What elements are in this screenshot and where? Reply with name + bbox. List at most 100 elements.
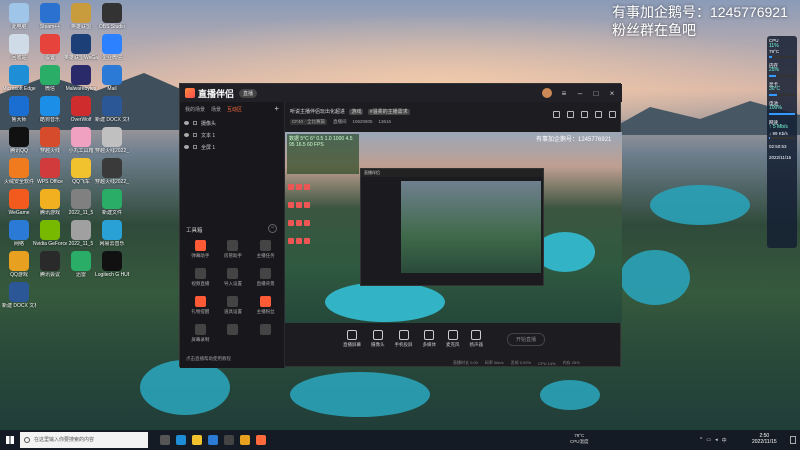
start-button[interactable] <box>0 430 20 450</box>
close-icon[interactable]: × <box>608 89 616 98</box>
desktop-icon[interactable]: WeGame <box>2 189 36 216</box>
tool-button[interactable]: 直播背景 <box>249 268 282 287</box>
settings-icon[interactable] <box>609 111 616 118</box>
task-view-icon[interactable] <box>160 435 170 445</box>
store-icon[interactable] <box>224 435 234 445</box>
desktop-icon[interactable]: 迅雷 <box>64 251 98 278</box>
desktop-icon[interactable]: Mail <box>95 65 129 92</box>
desktop-icon[interactable]: Microsoft Edge <box>2 65 36 92</box>
tool-button[interactable]: 主播粉丝 <box>249 296 282 315</box>
tool-button[interactable] <box>217 324 250 343</box>
clock[interactable]: 2:50 2022/11/15 <box>752 433 777 445</box>
eye-icon[interactable] <box>184 133 189 137</box>
add-scene-button[interactable]: + <box>274 105 279 113</box>
avatar[interactable] <box>542 88 552 98</box>
tab-scenes[interactable]: 场景 <box>211 106 221 113</box>
eye-icon[interactable] <box>184 121 189 125</box>
desktop-icon[interactable]: 穿越火线 <box>33 127 67 154</box>
input-language[interactable]: 中 <box>722 437 727 444</box>
scene-item[interactable]: 全屏 1 <box>180 141 284 153</box>
desktop-icon[interactable]: 酷狗音乐 <box>33 96 67 123</box>
store-icon[interactable] <box>553 111 560 118</box>
desktop-icon[interactable]: 微信 <box>33 65 67 92</box>
tool-button[interactable] <box>249 324 282 343</box>
eye-icon[interactable] <box>184 145 189 149</box>
desktop-icon[interactable]: QQ飞车 <box>64 158 98 185</box>
desktop-icon[interactable]: 2022_11_5 <box>64 189 98 216</box>
tool-button[interactable]: 导入设置 <box>217 268 250 287</box>
phone-cast-button[interactable]: 手机投屏 <box>395 330 413 348</box>
help-link[interactable]: 点击直播帮助使用教程 <box>186 356 231 362</box>
desktop-icon[interactable]: Logitech G HUB <box>95 251 129 278</box>
desktop-icon[interactable]: 穿越火线2022_1_5 <box>95 127 129 154</box>
tool-button[interactable]: 弹幕助手 <box>184 240 217 259</box>
maximize-icon[interactable]: □ <box>592 89 600 98</box>
lock-icon[interactable] <box>193 121 197 125</box>
media-button[interactable]: 多媒体 <box>423 330 436 348</box>
speaker-button[interactable]: 扬声器 <box>470 330 483 348</box>
desktop-icon[interactable]: 腾讯QQ <box>2 127 36 154</box>
desktop-icon[interactable]: 回收站 <box>2 34 36 61</box>
tab-my-scenes[interactable]: 我的场景 <box>185 106 205 113</box>
camera-button[interactable]: 摄像头 <box>371 330 385 348</box>
mail-icon[interactable] <box>208 435 218 445</box>
microphone-button[interactable]: 麦克风 <box>446 330 460 348</box>
desktop-icon[interactable]: Nvidia GeForce <box>33 220 67 247</box>
volume-icon[interactable]: ◂ <box>715 437 718 443</box>
tool-button[interactable]: 主播任务 <box>249 240 282 259</box>
desktop-icon[interactable]: 腾讯游戏 <box>33 189 67 216</box>
network-icon[interactable]: ▭ <box>706 437 711 443</box>
start-live-button[interactable]: 开始直播 <box>507 332 546 346</box>
lock-icon[interactable] <box>193 133 197 137</box>
tool-button[interactable]: 视频直播 <box>184 268 217 287</box>
desktop-icon[interactable]: 穿越火线2022_11_5 <box>95 158 129 185</box>
menu-icon[interactable]: ≡ <box>560 89 568 98</box>
live-companion-taskbar-icon[interactable] <box>256 435 266 445</box>
desktop-icon[interactable]: 网络 <box>2 220 36 247</box>
desktop-icon[interactable]: QQ游戏 <box>2 251 36 278</box>
stream-title[interactable]: 听说主播伴侣玩出化超进 游戏 #温柔的主播需求 <box>290 108 410 115</box>
desktop-icon[interactable]: 2022_11_5 <box>64 220 98 247</box>
edge-icon[interactable] <box>176 435 186 445</box>
desktop-icon[interactable]: 网易云音乐 <box>95 220 129 247</box>
desktop-icon[interactable]: Malwarebytes <box>64 65 98 92</box>
desktop-icon[interactable]: 鲁大师 <box>2 96 36 123</box>
desktop-icon[interactable]: OBS Studio <box>95 3 129 30</box>
desktop-icon[interactable]: 英雄联盟 <box>64 3 98 30</box>
stream-category[interactable]: CF40 · 全比赛篇 <box>290 119 328 125</box>
stream-tag[interactable]: #温柔的主播需求 <box>367 109 410 115</box>
desktop-icon[interactable]: WPS Office <box>33 158 67 185</box>
tool-button[interactable]: 屏幕录制 <box>184 324 217 343</box>
desktop-icon[interactable]: 小丸工具箱 <box>64 127 98 154</box>
desktop-icon[interactable]: OverWolf <box>64 96 98 123</box>
toolbox-toggle-icon[interactable]: − <box>268 224 277 233</box>
gift-icon[interactable] <box>567 111 574 118</box>
tool-button[interactable]: 礼物提醒 <box>184 296 217 315</box>
search-input[interactable]: 在这里输入你要搜索的内容 <box>20 432 148 448</box>
g-app-icon[interactable] <box>240 435 250 445</box>
mail-icon[interactable] <box>581 111 588 118</box>
minimize-icon[interactable]: – <box>576 89 584 98</box>
notification-icon[interactable] <box>595 111 602 118</box>
tool-button[interactable]: 房管助手 <box>217 240 250 259</box>
scene-item[interactable]: 摄像头 <box>180 117 284 129</box>
live-badge[interactable]: 直播 <box>239 88 258 98</box>
file-explorer-icon[interactable] <box>192 435 202 445</box>
desktop-icon[interactable]: 新建 DOCX 文档 <box>2 282 36 309</box>
desktop-icon[interactable]: Steam++ <box>33 3 67 30</box>
tab-interaction[interactable]: 互动区 <box>227 106 242 113</box>
desktop-icon[interactable]: 新建 DOCX 文档 <box>95 96 129 123</box>
desktop-icon[interactable]: 火绒安全软件 <box>2 158 36 185</box>
preview-canvas[interactable]: 数据 5°C 6° 0.5 1.0 1000 4.5 95 16.5 60 FP… <box>285 132 622 323</box>
stream-tag[interactable]: 游戏 <box>349 109 364 115</box>
tool-button[interactable]: 道具设置 <box>217 296 250 315</box>
desktop-icon[interactable]: 设置 <box>33 34 67 61</box>
screen-share-button[interactable]: 直播屏幕 <box>343 330 361 348</box>
scene-item[interactable]: 文本 1 <box>180 129 284 141</box>
desktop-icon[interactable]: 新建文件 <box>95 189 129 216</box>
desktop-icon[interactable]: 此电脑 <box>2 3 36 30</box>
lock-icon[interactable] <box>193 145 197 149</box>
notification-icon[interactable] <box>790 436 796 444</box>
desktop-icon[interactable]: 英雄联盟WeGame版 <box>64 34 98 61</box>
tray-up-icon[interactable]: ^ <box>700 437 702 443</box>
